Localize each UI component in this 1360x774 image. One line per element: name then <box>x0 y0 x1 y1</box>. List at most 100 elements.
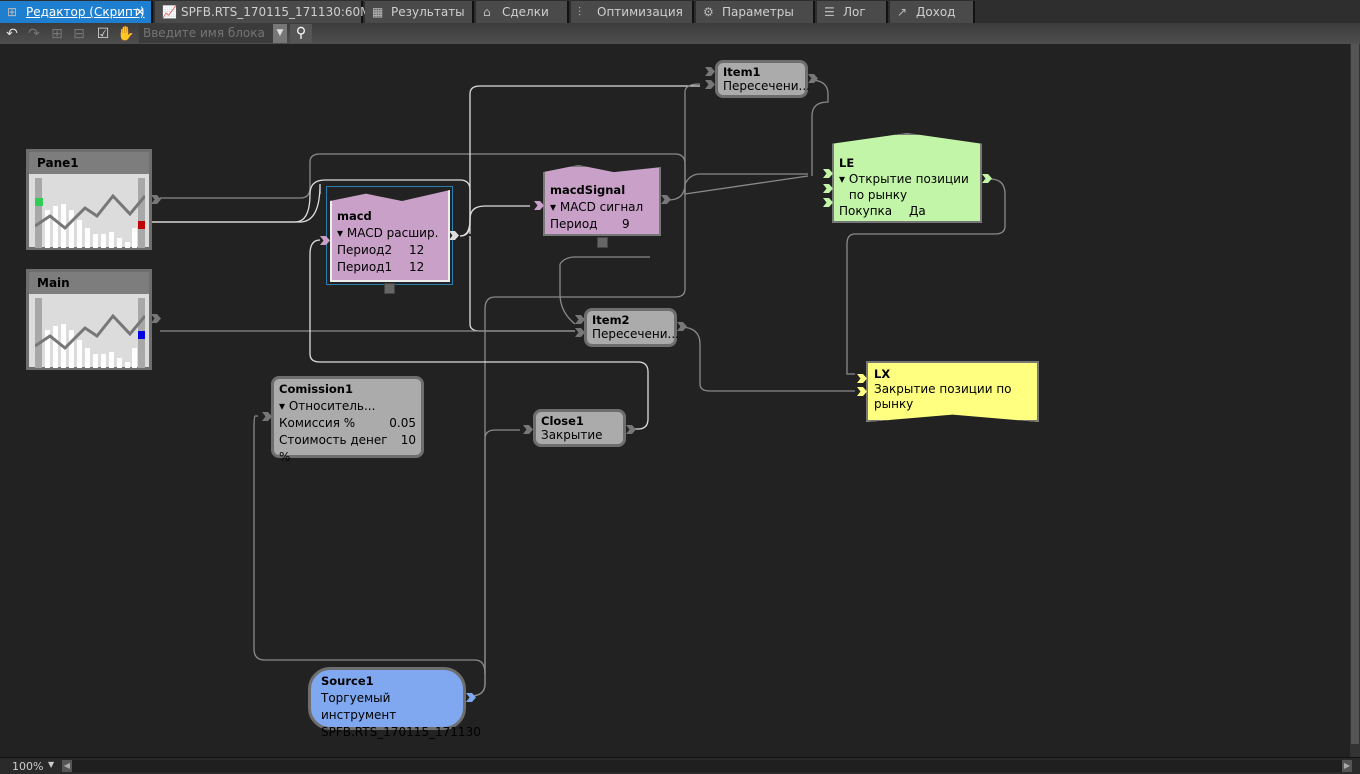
node-title: Close1 <box>541 414 584 428</box>
caret-down-icon: ▾ <box>337 226 347 240</box>
chart-icon: 📈 <box>162 5 177 19</box>
scroll-right-icon[interactable]: ▶ <box>1342 760 1352 772</box>
pane1-node[interactable]: Pane1 <box>26 149 152 250</box>
check-list-icon[interactable]: ☑ <box>94 25 112 43</box>
close-icon[interactable]: ✕ <box>135 1 145 23</box>
node-title: Comission1 <box>279 382 353 396</box>
comission1-node[interactable]: Comission1 ▾ Относитель... Комиссия % 0.0… <box>271 376 424 464</box>
item1-node[interactable]: Item1 Пересечени... <box>715 60 810 98</box>
node-title: Item1 <box>723 65 761 79</box>
sliders-icon: ⫶ <box>578 5 582 19</box>
node-title: LX <box>874 367 891 381</box>
wire <box>667 83 701 201</box>
node-title: macdSignal <box>550 183 626 197</box>
node-title: LE <box>839 156 855 170</box>
scroll-left-icon[interactable]: ◀ <box>62 760 72 772</box>
hand-icon[interactable]: ✋ <box>117 25 135 43</box>
param-value[interactable]: 9 <box>622 216 630 233</box>
menu-icon[interactable] <box>384 283 395 294</box>
node-type: Торгуемый инструмент <box>321 691 397 722</box>
tab-label: Доход <box>916 5 956 19</box>
zoom-level[interactable]: 100% <box>12 760 43 773</box>
scroll-thumb[interactable] <box>1351 44 1359 744</box>
caret-down-icon: ▾ <box>550 200 560 214</box>
status-bar: 100% ▼ ◀ ▶ <box>0 757 1360 774</box>
group-icon[interactable]: ⊞ <box>48 25 66 43</box>
tab-label: Лог <box>843 5 866 19</box>
param-value[interactable]: Да <box>909 203 926 219</box>
grid-icon: ▦ <box>372 5 384 19</box>
search-icon[interactable]: ⚲ <box>290 24 312 43</box>
tab-log[interactable]: ☰ Лог <box>817 1 888 23</box>
tab-profit[interactable]: ↗ Доход <box>890 1 975 23</box>
le-node[interactable]: LE ▾ Открытие позиции по рынку Покупка Да <box>832 133 982 223</box>
lx-node[interactable]: LX Закрытие позиции по рынку <box>866 361 1039 422</box>
item2-node[interactable]: Item2 Пересечени... <box>584 308 679 347</box>
param-name: Стоимость денег % <box>279 433 388 464</box>
profit-chart-icon: ↗ <box>897 5 908 19</box>
param-value[interactable]: 0.05 <box>389 415 416 432</box>
macdsignal-node[interactable]: macdSignal ▾ MACD сигнал Период 9 <box>543 165 661 236</box>
pane-chart-icon <box>35 298 145 368</box>
node-title: Source1 <box>321 674 374 688</box>
tab-editor[interactable]: ⊞ Редактор (Скрипт) ✕ <box>0 1 153 23</box>
vertical-scrollbar[interactable] <box>1350 44 1360 757</box>
undo-icon[interactable]: ↶ <box>3 25 21 43</box>
chevron-down-icon[interactable]: ▼ <box>273 24 287 43</box>
diagram-icon: ⊞ <box>7 5 18 19</box>
param-value[interactable]: 10 <box>401 432 416 466</box>
main-node[interactable]: Main <box>26 269 152 370</box>
macd-node[interactable]: macd ▾ MACD расшир. Период2 12 Период1 12 <box>330 190 450 282</box>
node-type: Пересечени... <box>592 327 679 341</box>
tab-label: Оптимизация <box>597 5 683 19</box>
tab-label: Сделки <box>502 5 549 19</box>
caret-down-icon: ▾ <box>279 399 289 413</box>
redo-icon[interactable]: ↷ <box>25 25 43 43</box>
node-type: MACD расшир. <box>346 226 439 240</box>
tab-label: Результаты <box>391 5 465 19</box>
node-type: Закрытие позиции по рынку <box>874 382 1012 411</box>
tab-bar: ⊞ Редактор (Скрипт) ✕ 📈 SPFB.RTS_170115_171… <box>0 0 1360 23</box>
param-value[interactable]: 12 <box>409 242 424 259</box>
tab-parameters[interactable]: ⚙ Параметры <box>696 1 815 23</box>
chevron-down-icon[interactable]: ▼ <box>48 760 54 769</box>
tab-results[interactable]: ▦ Результаты <box>365 1 474 23</box>
node-type: Открытие позиции по рынку <box>848 172 969 202</box>
tab-optimization[interactable]: ⫶ Оптимизация <box>571 1 694 23</box>
tab-trades[interactable]: ⌂ Сделки <box>476 1 569 23</box>
tab-label: Параметры <box>722 5 794 19</box>
param-name: Комиссия % <box>279 416 356 430</box>
node-title: Main <box>29 272 149 294</box>
node-title: macd <box>337 209 372 223</box>
node-type: Закрытие <box>541 428 603 442</box>
node-type: MACD сигнал <box>559 200 644 214</box>
wire <box>150 183 321 223</box>
node-type: Пересечени... <box>723 79 810 93</box>
tab-label: SPFB.RTS_170115_171130:60M <box>181 5 371 19</box>
gear-icon: ⚙ <box>703 5 714 19</box>
connections <box>150 79 1006 697</box>
param-name: Период1 <box>337 260 393 274</box>
param-name: Покупка <box>839 204 893 218</box>
menu-icon[interactable] <box>597 237 608 248</box>
param-name: Период2 <box>337 243 393 257</box>
horizontal-scrollbar[interactable]: ◀ ▶ <box>62 760 1352 772</box>
param-name: Период <box>550 217 598 231</box>
node-title: Pane1 <box>29 152 149 174</box>
param-value[interactable]: 12 <box>409 259 424 276</box>
source1-node[interactable]: Source1 Торгуемый инструмент SPFB.RTS_17… <box>308 667 481 739</box>
diagram-canvas[interactable]: Pane1 Main macd ▾ MACD расшир. Период2 12… <box>0 44 1350 757</box>
wire <box>679 326 855 392</box>
close1-node[interactable]: Close1 Закрытие <box>533 409 626 447</box>
wire <box>469 429 520 697</box>
tab-chart[interactable]: 📈 SPFB.RTS_170115_171130:60M <box>155 1 371 23</box>
list-icon: ☰ <box>824 5 835 19</box>
node-type: Относитель... <box>288 399 376 413</box>
ungroup-icon[interactable]: ⊟ <box>70 25 88 43</box>
wire <box>809 79 829 176</box>
wire <box>160 153 809 199</box>
bank-icon: ⌂ <box>483 5 491 19</box>
caret-down-icon: ▾ <box>839 172 849 186</box>
block-search-input[interactable] <box>139 24 273 43</box>
tab-label: Редактор (Скрипт) <box>26 5 145 19</box>
